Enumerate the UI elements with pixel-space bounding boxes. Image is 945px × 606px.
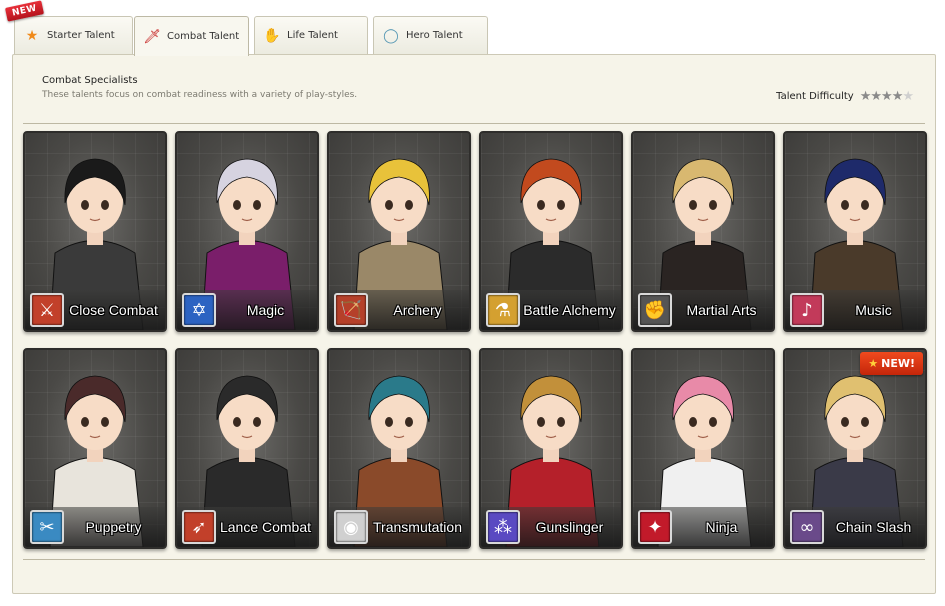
divider — [23, 559, 925, 560]
section-description: These talents focus on combat readiness … — [42, 90, 358, 100]
new-tag: ★ NEW! — [860, 352, 923, 375]
chain-icon: ∞ — [790, 510, 824, 544]
sword-icon: ⚔ — [30, 293, 64, 327]
talent-card-martial-arts[interactable]: ✊ Martial Arts — [631, 131, 775, 332]
talent-label-bar: ✊ Martial Arts — [633, 290, 773, 330]
talent-label-bar: ◉ Transmutation — [329, 507, 469, 547]
tab-label: Starter Talent — [47, 30, 115, 41]
guns-icon: ⁂ — [486, 510, 520, 544]
talent-name: Lance Combat — [219, 519, 312, 535]
difficulty-label: Talent Difficulty — [776, 91, 854, 102]
talent-name: Chain Slash — [835, 519, 912, 535]
star-icon: ★ — [881, 89, 893, 104]
hands-icon: ✋ — [263, 27, 281, 44]
star-icon: ★ — [870, 89, 882, 104]
talent-label-bar: ✡ Magic — [177, 290, 317, 330]
talent-card-puppetry[interactable]: ✂ Puppetry — [23, 348, 167, 549]
talent-name: Gunslinger — [535, 519, 604, 535]
star-icon: ★ — [891, 89, 904, 104]
star-icon: ★ — [25, 27, 39, 44]
talent-panel: Combat Specialists These talents focus o… — [12, 54, 936, 594]
star-icon: ★ — [859, 89, 872, 104]
star-of-david-icon: ✡ — [182, 293, 216, 327]
bow-icon: 🏹 — [334, 293, 368, 327]
talent-card-magic[interactable]: ✡ Magic — [175, 131, 319, 332]
talent-card-chain-slash[interactable]: ★ NEW! ∞ Chain Slash — [783, 348, 927, 549]
talent-label-bar: ➶ Lance Combat — [177, 507, 317, 547]
tab-starter-talent[interactable]: ★ Starter Talent — [14, 16, 133, 54]
sword-icon: 🗡 — [143, 28, 161, 45]
tab-life-talent[interactable]: ✋ Life Talent — [254, 16, 368, 54]
talent-label-bar: ♪ Music — [785, 290, 925, 330]
orb-icon: ◉ — [334, 510, 368, 544]
puppet-icon: ✂ — [30, 510, 64, 544]
talent-difficulty: Talent Difficulty ★★★★★ — [776, 89, 914, 104]
talent-label-bar: 🏹 Archery — [329, 290, 469, 330]
talent-name: Close Combat — [69, 302, 158, 318]
lance-icon: ➶ — [182, 510, 216, 544]
talent-name: Battle Alchemy — [523, 302, 616, 318]
talent-card-gunslinger[interactable]: ⁂ Gunslinger — [479, 348, 623, 549]
tab-label: Combat Talent — [167, 31, 240, 42]
talent-label-bar: ⁂ Gunslinger — [481, 507, 621, 547]
tab-label: Hero Talent — [406, 30, 463, 41]
talent-label-bar: ∞ Chain Slash — [785, 507, 925, 547]
difficulty-stars: ★★★★★ — [859, 89, 914, 104]
talent-name: Archery — [393, 302, 442, 318]
talent-card-close-combat[interactable]: ⚔ Close Combat — [23, 131, 167, 332]
talent-name: Puppetry — [85, 519, 142, 535]
talent-tabbar: NEW ★ Starter Talent 🗡 Combat Talent ✋ L… — [0, 0, 945, 56]
talent-name: Transmutation — [373, 519, 462, 535]
talent-card-archery[interactable]: 🏹 Archery — [327, 131, 471, 332]
talent-card-battle-alchemy[interactable]: ⚗ Battle Alchemy — [479, 131, 623, 332]
talent-label-bar: ⚔ Close Combat — [25, 290, 165, 330]
star-icon: ★ — [868, 357, 879, 370]
talent-label-bar: ⚗ Battle Alchemy — [481, 290, 621, 330]
cylinder-icon: ⚗ — [486, 293, 520, 327]
talent-name: Ninja — [705, 519, 738, 535]
divider — [23, 123, 925, 124]
talent-card-music[interactable]: ♪ Music — [783, 131, 927, 332]
tab-label: Life Talent — [287, 30, 338, 41]
talent-label-bar: ✦ Ninja — [633, 507, 773, 547]
new-tag-label: NEW! — [881, 357, 915, 370]
fist-icon: ✊ — [638, 293, 672, 327]
talent-card-ninja[interactable]: ✦ Ninja — [631, 348, 775, 549]
talent-name: Music — [855, 302, 892, 318]
shuriken-icon: ✦ — [638, 510, 672, 544]
talent-name: Magic — [246, 302, 285, 318]
tab-combat-talent[interactable]: 🗡 Combat Talent — [134, 16, 249, 56]
section-heading: Combat Specialists — [42, 75, 138, 86]
tab-hero-talent[interactable]: ◯ Hero Talent — [373, 16, 488, 54]
ring-icon: ◯ — [383, 27, 399, 44]
talent-card-lance-combat[interactable]: ➶ Lance Combat — [175, 348, 319, 549]
talent-card-transmutation[interactable]: ◉ Transmutation — [327, 348, 471, 549]
lute-icon: ♪ — [790, 293, 824, 327]
talent-name: Martial Arts — [686, 302, 757, 318]
star-icon: ★ — [902, 89, 914, 104]
talent-label-bar: ✂ Puppetry — [25, 507, 165, 547]
